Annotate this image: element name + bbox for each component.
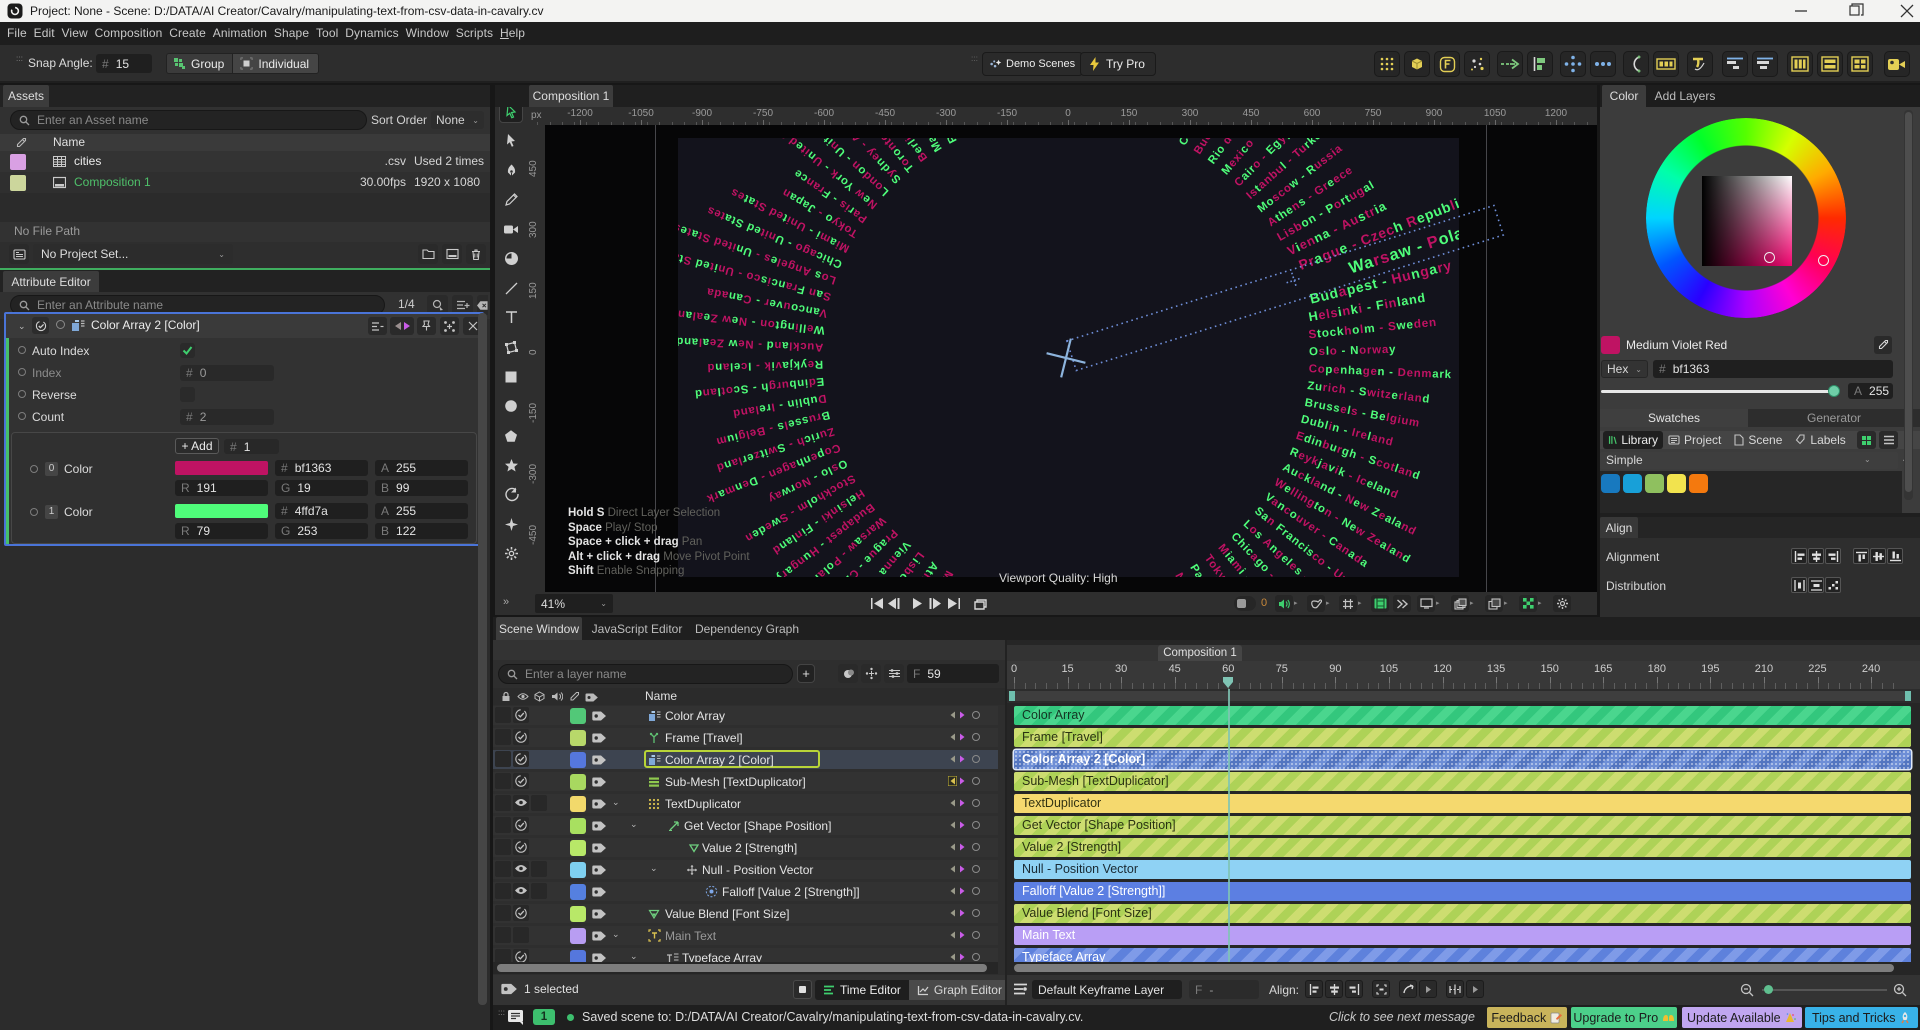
- svg-text:Seoul - South Korea: Seoul - South Korea: [1162, 125, 1224, 140]
- svg-text:Reykjavik - Iceland: Reykjavik - Iceland: [707, 358, 824, 373]
- svg-text:Seoul - South Korea: Seoul - South Korea: [915, 125, 975, 137]
- svg-text:London - United Kingdom: London - United Kingdom: [1157, 579, 1231, 592]
- svg-text:Oslo - Norway: Oslo - Norway: [1309, 344, 1396, 358]
- svg-text:Cape Town - South Africa: Cape Town - South Africa: [927, 125, 991, 131]
- svg-text:Madrid - Spain: Madrid - Spain: [1130, 125, 1167, 127]
- svg-text:Rome - Italy: Rome - Italy: [1146, 125, 1183, 133]
- svg-text:Sydney - Australia: Sydney - Australia: [1141, 585, 1190, 592]
- svg-text:Auckland - New Zealand: Auckland - New Zealand: [675, 335, 823, 353]
- svg-text:Copenhagen - Denmark: Copenhagen - Denmark: [1308, 363, 1451, 381]
- svg-text:Cairo - Egypt: Cairo - Egypt: [947, 583, 986, 592]
- svg-text:Istanbul - Turkey: Istanbul - Turkey: [917, 576, 971, 592]
